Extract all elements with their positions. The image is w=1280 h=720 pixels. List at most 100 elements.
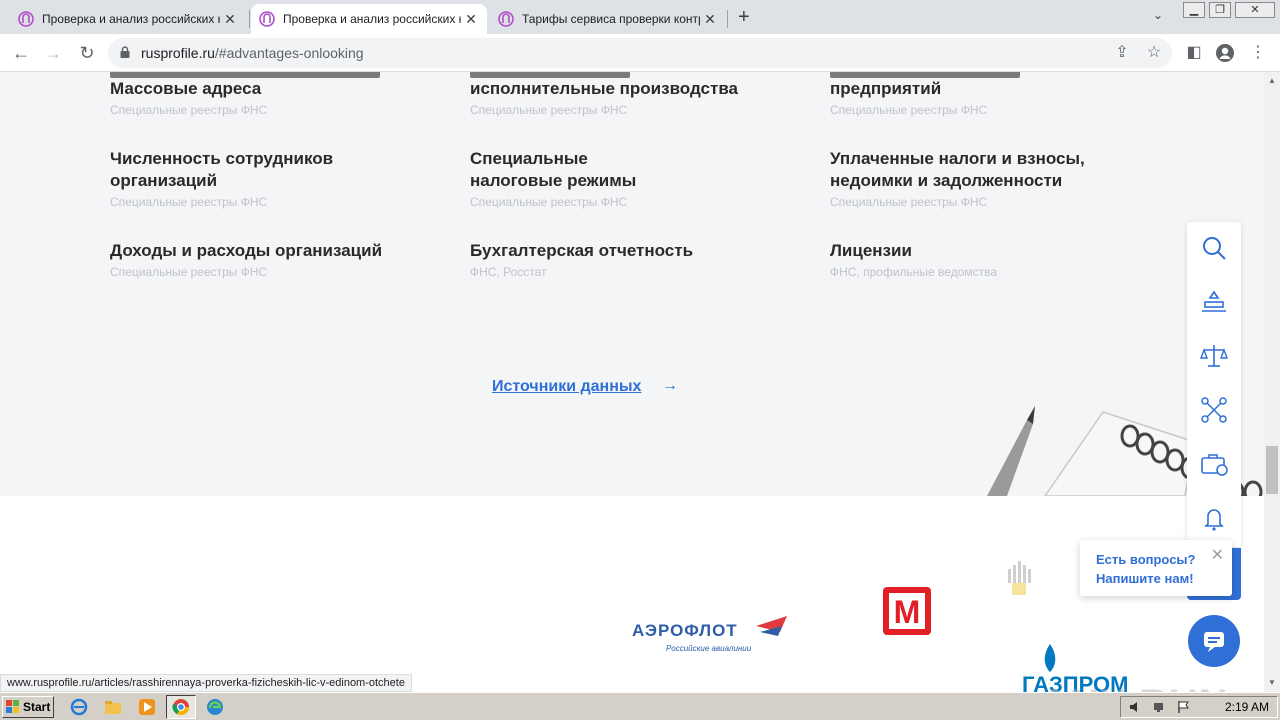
feature-item: Бухгалтерская отчетность ФНС, Росстат xyxy=(470,240,693,280)
tab-title: Проверка и анализ российских юр xyxy=(42,12,220,26)
tab-divider xyxy=(727,10,728,28)
feature-source: ФНС, Росстат xyxy=(470,265,547,279)
feature-source: Специальные реестры ФНС xyxy=(830,103,988,117)
feature-title: предприятий xyxy=(830,79,942,98)
avatar-svg xyxy=(1216,44,1234,62)
kebab-menu-icon[interactable]: ⋮ xyxy=(1248,43,1268,63)
feature-item: Массовые адреса Специальные реестры ФНС xyxy=(110,72,380,118)
scrollbar-thumb[interactable] xyxy=(1266,446,1278,494)
arrow-right-icon[interactable]: → xyxy=(662,377,678,395)
briefcase-money-icon[interactable] xyxy=(1200,450,1228,478)
feature-title-line: Специальные xyxy=(470,149,588,168)
rosneft-logo xyxy=(1008,561,1031,595)
close-icon[interactable]: ✕ xyxy=(222,11,238,28)
stamp-icon[interactable] xyxy=(1200,288,1228,316)
start-label: Start xyxy=(23,700,51,714)
network-icon[interactable] xyxy=(1153,700,1167,714)
magnit-logo: М xyxy=(883,587,931,635)
vertical-scrollbar[interactable]: ▲ ▼ xyxy=(1264,72,1280,692)
volume-icon[interactable] xyxy=(1129,700,1143,714)
system-tray: 2:19 AM xyxy=(1120,696,1278,718)
page-viewport: Массовые адреса Специальные реестры ФНС … xyxy=(0,72,1264,692)
tab-3[interactable]: Тарифы сервиса проверки контраг ✕ xyxy=(490,4,726,34)
cutoff-text-line xyxy=(470,72,630,78)
chrome-icon[interactable] xyxy=(172,698,190,716)
bookmark-star-icon[interactable]: ☆ xyxy=(1144,43,1164,63)
feature-title-line: недоимки и задолженности xyxy=(830,171,1063,190)
flag-notify-icon[interactable] xyxy=(1177,700,1191,714)
feature-source: Специальные реестры ФНС xyxy=(110,265,268,279)
scroll-up-arrow-icon[interactable]: ▲ xyxy=(1268,76,1276,85)
tab-search-chevron-icon[interactable]: ⌄ xyxy=(1153,8,1163,22)
bell-icon[interactable] xyxy=(1200,504,1228,532)
feature-title: исполнительные производства xyxy=(470,79,738,98)
feature-item: Лицензии ФНС, профильные ведомства xyxy=(830,240,997,280)
aeroflot-wordmark: АЭРОФЛОТ xyxy=(632,621,738,640)
chat-button[interactable] xyxy=(1188,615,1240,667)
feature-item: Специальные налоговые режимы Специальные… xyxy=(470,148,636,210)
folder-icon[interactable] xyxy=(104,698,122,716)
forward-arrow-icon[interactable]: → xyxy=(42,42,64,64)
side-panel-icon[interactable]: ◧ xyxy=(1184,43,1204,63)
side-tools-panel xyxy=(1187,222,1241,547)
edge-icon[interactable] xyxy=(206,698,224,716)
cutoff-text-line xyxy=(830,72,1020,78)
close-icon[interactable]: ✕ xyxy=(463,11,479,28)
advantages-section: Массовые адреса Специальные реестры ФНС … xyxy=(0,72,1264,496)
close-icon[interactable]: ✕ xyxy=(1211,545,1224,565)
cutoff-text-line xyxy=(110,72,380,78)
chat-icon xyxy=(1204,632,1224,652)
feature-source: Специальные реестры ФНС xyxy=(470,103,628,117)
anyrun-watermark: ANY RUN xyxy=(1040,682,1229,692)
tab-strip: Проверка и анализ российских юр ✕ Провер… xyxy=(0,0,1280,34)
tab-divider xyxy=(249,10,250,28)
tab-title: Проверка и анализ российских юр xyxy=(283,12,461,26)
new-tab-button[interactable]: + xyxy=(738,6,750,29)
close-window-button[interactable]: ✕ xyxy=(1235,2,1275,18)
chat-prompt-line2: Напишите нам! xyxy=(1096,571,1194,586)
share-icon[interactable]: ⇪ xyxy=(1112,43,1132,63)
url-host: rusprofile.ru xyxy=(141,45,215,61)
tab-2[interactable]: Проверка и анализ российских юр ✕ xyxy=(251,4,487,34)
feature-title: Массовые адреса xyxy=(110,79,262,98)
ie-icon[interactable] xyxy=(70,698,88,716)
feature-title-line: Уплаченные налоги и взносы, xyxy=(830,149,1085,168)
feature-item: предприятий Специальные реестры ФНС xyxy=(830,72,1020,118)
scroll-down-arrow-icon[interactable]: ▼ xyxy=(1268,678,1276,687)
rusprofile-favicon-icon xyxy=(259,11,275,27)
start-button[interactable]: Start xyxy=(2,696,54,718)
data-sources-link[interactable]: Источники данных xyxy=(492,378,641,396)
chat-prompt-line1: Есть вопросы? xyxy=(1096,552,1196,567)
feature-source: Специальные реестры ФНС xyxy=(830,195,988,209)
scales-icon[interactable] xyxy=(1200,342,1228,370)
profile-avatar-icon[interactable] xyxy=(1215,43,1235,63)
feature-title-line: Численность сотрудников xyxy=(110,149,334,168)
search-icon[interactable] xyxy=(1200,234,1228,262)
tab-1[interactable]: Проверка и анализ российских юр ✕ xyxy=(10,4,246,34)
back-arrow-icon[interactable]: ← xyxy=(10,42,32,64)
magnit-letter: М xyxy=(894,594,921,630)
clock: 2:19 AM xyxy=(1224,700,1269,714)
close-icon[interactable]: ✕ xyxy=(702,11,718,28)
feature-item: исполнительные производства Специальные … xyxy=(470,72,738,118)
rusprofile-favicon-icon xyxy=(18,11,34,27)
aeroflot-subtitle: Российские авиалинии xyxy=(666,644,752,653)
feature-item: Доходы и расходы организаций Специальные… xyxy=(110,240,382,280)
feature-source: Специальные реестры ФНС xyxy=(110,103,268,117)
link-preview-status: www.rusprofile.ru/articles/rasshirennaya… xyxy=(0,674,412,692)
minimize-button[interactable]: ▁ xyxy=(1183,2,1205,18)
media-player-icon[interactable] xyxy=(138,698,156,716)
restore-button[interactable]: ❐ xyxy=(1209,2,1231,18)
address-bar[interactable]: rusprofile.ru/#advantages-onlooking ⇪ ☆ xyxy=(108,38,1172,68)
connections-icon[interactable] xyxy=(1200,396,1228,424)
feature-item: Уплаченные налоги и взносы, недоимки и з… xyxy=(830,148,1085,210)
feature-title: Доходы и расходы организаций xyxy=(110,241,383,260)
chat-prompt-bubble[interactable]: Есть вопросы? Напишите нам! ✕ xyxy=(1080,540,1232,596)
browser-toolbar: ← → ↻ rusprofile.ru/#advantages-onlookin… xyxy=(0,34,1280,72)
feature-title-line: организаций xyxy=(110,171,218,190)
reload-icon[interactable]: ↻ xyxy=(76,42,98,64)
url-text: rusprofile.ru/#advantages-onlooking xyxy=(141,45,364,61)
rusprofile-favicon-icon xyxy=(498,11,514,27)
tab-title: Тарифы сервиса проверки контраг xyxy=(522,12,700,26)
feature-source: ФНС, профильные ведомства xyxy=(830,265,998,279)
